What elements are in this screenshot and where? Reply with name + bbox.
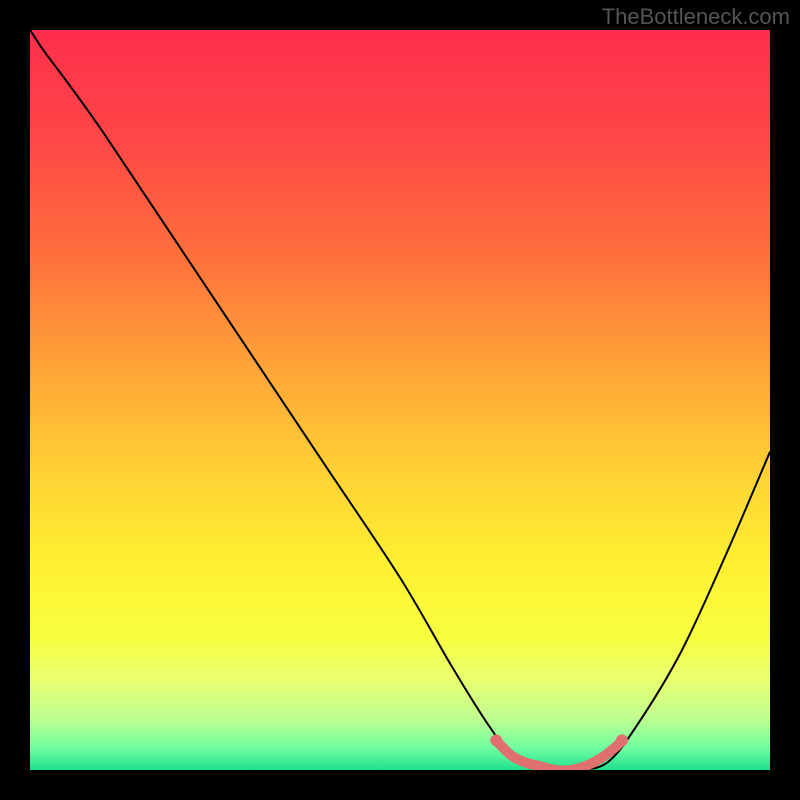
chart-svg <box>30 30 770 770</box>
optimal-range-endpoint <box>490 734 502 746</box>
chart-background <box>30 30 770 770</box>
optimal-range-endpoint <box>616 734 628 746</box>
bottleneck-chart <box>30 30 770 770</box>
watermark-text: TheBottleneck.com <box>602 4 790 30</box>
